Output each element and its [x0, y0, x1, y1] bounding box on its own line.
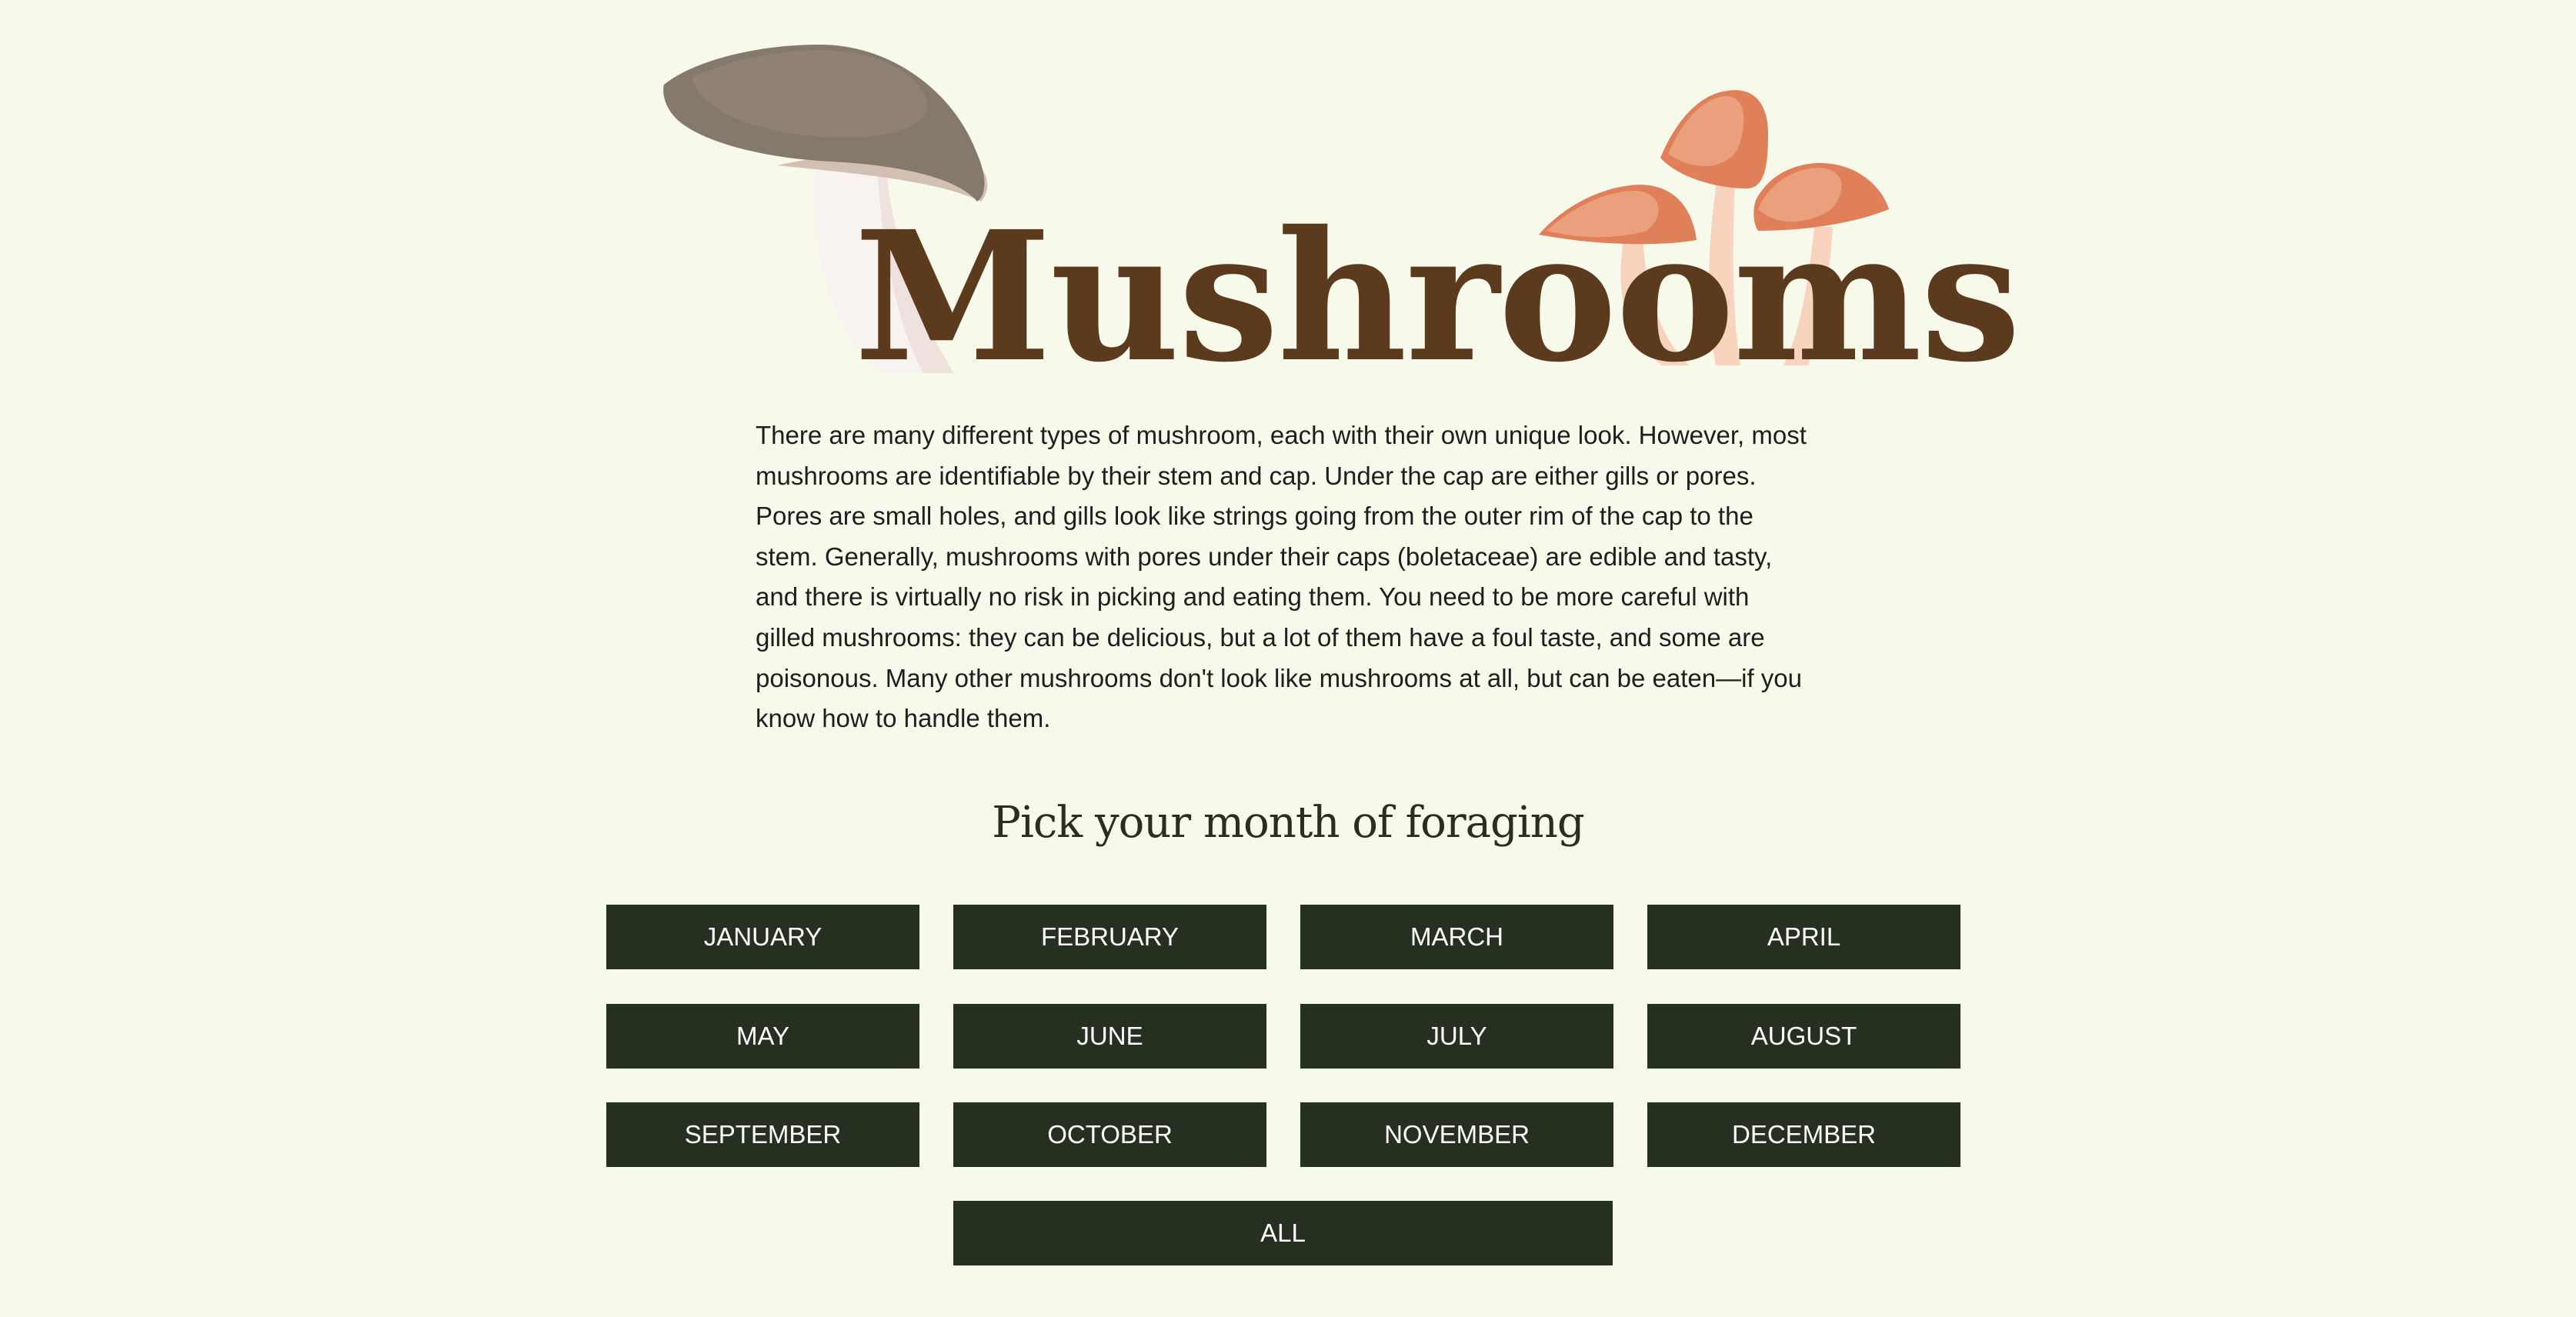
foraging-heading: Pick your month of foraging	[992, 798, 1584, 848]
month-button-january[interactable]: JANUARY	[606, 905, 919, 969]
intro-paragraph: There are many different types of mushro…	[756, 421, 1807, 733]
month-button-august[interactable]: AUGUST	[1647, 1004, 1960, 1069]
month-button-december[interactable]: DECEMBER	[1647, 1102, 1960, 1167]
all-months-button[interactable]: ALL	[953, 1201, 1613, 1265]
month-button-march[interactable]: MARCH	[1300, 905, 1613, 969]
month-button-february[interactable]: FEBRUARY	[953, 905, 1266, 969]
month-button-september[interactable]: SEPTEMBER	[606, 1102, 919, 1167]
hero: Mushrooms	[0, 0, 2576, 400]
page: Mushrooms There are many different types…	[0, 0, 2576, 1317]
month-button-april[interactable]: APRIL	[1647, 905, 1960, 969]
month-button-november[interactable]: NOVEMBER	[1300, 1102, 1613, 1167]
page-title: Mushrooms	[854, 192, 2021, 402]
month-button-june[interactable]: JUNE	[953, 1004, 1266, 1069]
month-button-may[interactable]: MAY	[606, 1004, 919, 1069]
month-button-july[interactable]: JULY	[1300, 1004, 1613, 1069]
month-button-october[interactable]: OCTOBER	[953, 1102, 1266, 1167]
